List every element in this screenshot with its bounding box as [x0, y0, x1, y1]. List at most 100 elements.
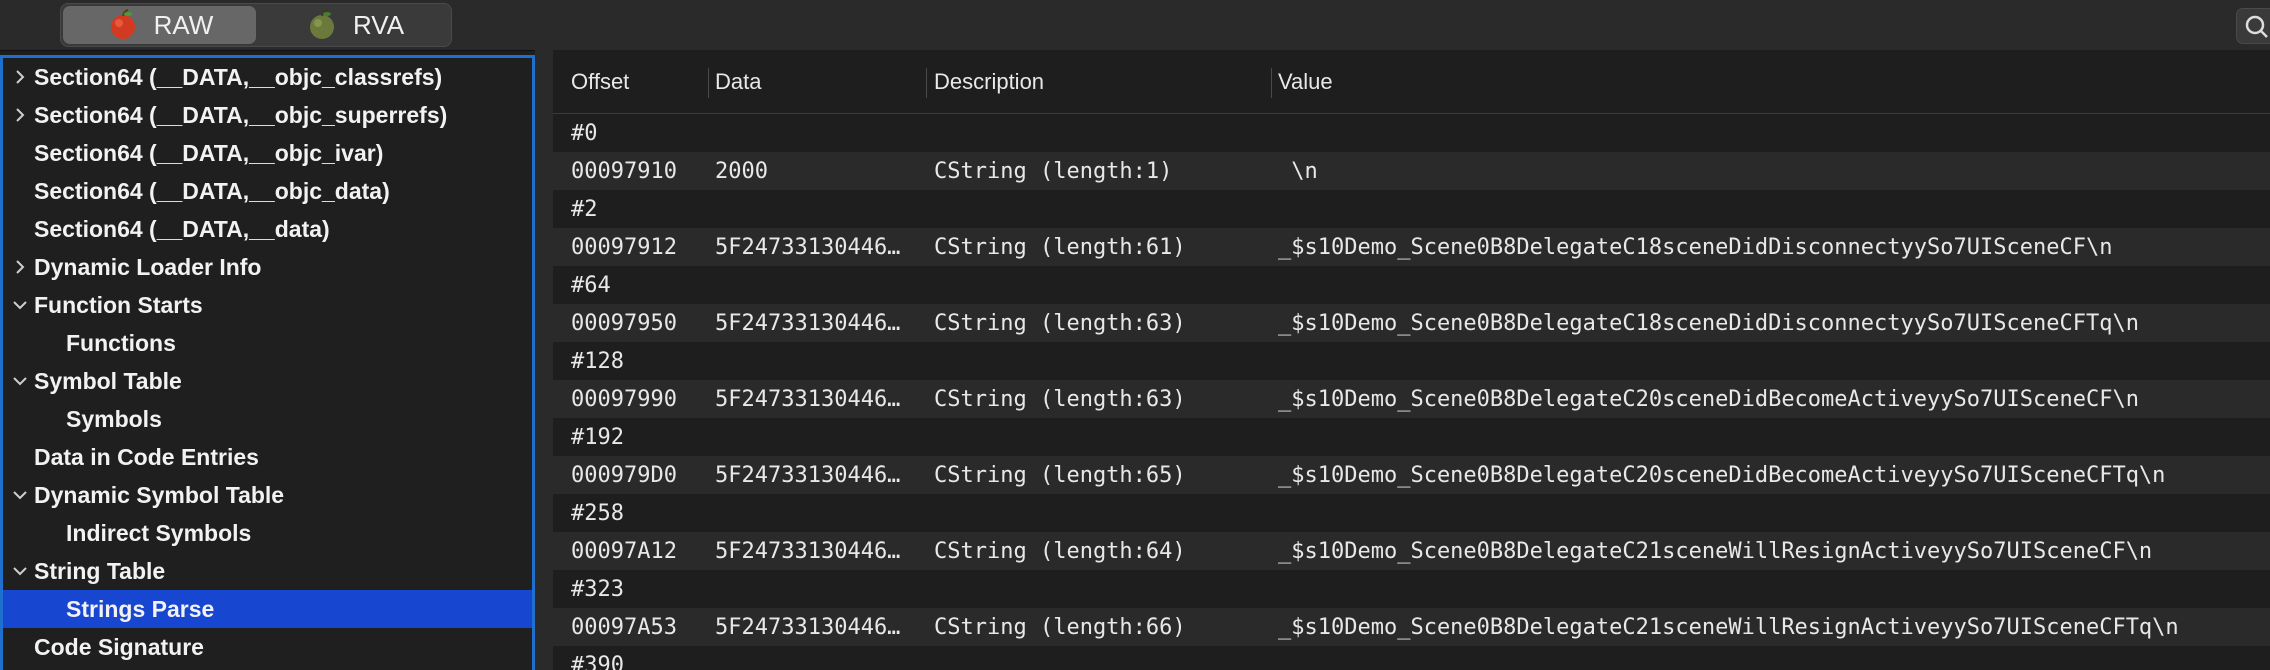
sidebar-item-label: Strings Parse [66, 595, 215, 622]
cell-data [715, 190, 920, 228]
cell-value [1278, 114, 2268, 152]
table-row[interactable]: #390 [553, 646, 2270, 670]
cell-description [934, 190, 1269, 228]
cell-offset: #323 [571, 576, 624, 602]
cell-description: CString (length:66) [934, 614, 1186, 640]
sidebar-item[interactable]: Dynamic Symbol Table [3, 476, 532, 514]
sidebar-item-label: Data in Code Entries [34, 443, 259, 470]
cell-value [1278, 646, 2268, 670]
sidebar-tree: Section64 (__DATA,__objc_classrefs) Secti… [0, 55, 535, 670]
cell-data [715, 494, 920, 532]
chevron-down-icon[interactable] [11, 372, 29, 390]
cell-description: CString (length:63) [934, 310, 1186, 336]
sidebar-item-label: Section64 (__DATA,__objc_superrefs) [34, 101, 448, 128]
table-row[interactable]: #64 [553, 266, 2270, 304]
cell-description [934, 342, 1269, 380]
sidebar-item-label: Section64 (__DATA,__objc_ivar) [34, 139, 384, 166]
sidebar-item[interactable]: Function Starts [3, 286, 532, 324]
table-body: #0 00097910 2000 CString (length:1) \n #2 000… [553, 114, 2270, 670]
sidebar-item[interactable]: Section64 (__DATA,__objc_classrefs) [3, 58, 532, 96]
table-row[interactable]: 000979D0 5F24733130446… CString (length:65… [553, 456, 2270, 494]
table-row[interactable]: 00097990 5F24733130446… CString (length:63… [553, 380, 2270, 418]
sidebar-item[interactable]: Strings Parse [3, 590, 532, 628]
sidebar-item-label: Symbol Table [34, 367, 182, 394]
cell-offset: 00097A12 [571, 538, 677, 564]
chevron-right-icon[interactable] [11, 258, 29, 276]
chevron-right-icon[interactable] [11, 106, 29, 124]
sidebar-item-label: Dynamic Loader Info [34, 253, 262, 280]
column-header-description[interactable]: Description [934, 50, 1044, 113]
cell-value [1278, 266, 2268, 304]
cell-data: 5F24733130446… [715, 538, 901, 564]
sidebar-item-label: Section64 (__DATA,__objc_classrefs) [34, 63, 443, 90]
column-header-value[interactable]: Value [1278, 50, 1333, 113]
column-separator[interactable] [1271, 68, 1272, 98]
sidebar-item[interactable]: Section64 (__DATA,__data) [3, 210, 532, 248]
table-row[interactable]: 00097A53 5F24733130446… CString (length:66… [553, 608, 2270, 646]
cell-data [715, 570, 920, 608]
cell-description: CString (length:61) [934, 234, 1186, 260]
cell-description [934, 418, 1269, 456]
table-row[interactable]: 00097912 5F24733130446… CString (length:61… [553, 228, 2270, 266]
column-separator[interactable] [708, 68, 709, 98]
table-row[interactable]: 00097A12 5F24733130446… CString (length:64… [553, 532, 2270, 570]
cell-offset: 000979D0 [571, 462, 677, 488]
table-row[interactable]: 00097950 5F24733130446… CString (length:63… [553, 304, 2270, 342]
address-mode-segmented-control: RAW RVA [60, 3, 452, 47]
rva-mode-button[interactable]: RVA [258, 4, 451, 46]
cell-value: _$s10Demo_Scene0B8DelegateC21sceneWillRe… [1278, 614, 2179, 640]
sidebar-item[interactable]: Section64 (__DATA,__objc_superrefs) [3, 96, 532, 134]
rva-mode-label: RVA [352, 9, 405, 40]
cell-description [934, 266, 1269, 304]
cell-value: _$s10Demo_Scene0B8DelegateC18sceneDidDis… [1278, 234, 2113, 260]
sidebar-item-label: Section64 (__DATA,__data) [34, 215, 330, 242]
column-separator[interactable] [926, 68, 927, 98]
cell-data [715, 342, 920, 380]
sidebar-item-label: Function Starts [34, 291, 203, 318]
chevron-right-icon[interactable] [11, 68, 29, 86]
cell-offset: #258 [571, 500, 624, 526]
cell-value [1278, 190, 2268, 228]
sidebar-item-label: Symbols [66, 405, 162, 432]
column-header-data[interactable]: Data [715, 50, 761, 113]
raw-mode-label: RAW [153, 9, 214, 40]
sidebar-item[interactable]: Functions [3, 324, 532, 362]
table-row[interactable]: #192 [553, 418, 2270, 456]
sidebar-item[interactable]: Code Signature [3, 628, 532, 666]
sidebar-item[interactable]: Symbols [3, 400, 532, 438]
table-row[interactable]: #323 [553, 570, 2270, 608]
chevron-down-icon[interactable] [11, 486, 29, 504]
cell-description: CString (length:65) [934, 462, 1186, 488]
raw-mode-button[interactable]: RAW [63, 6, 256, 44]
cell-data [715, 418, 920, 456]
split-view-divider[interactable] [535, 50, 553, 670]
chevron-down-icon[interactable] [11, 562, 29, 580]
table-row[interactable]: #2 [553, 190, 2270, 228]
table-row[interactable]: #128 [553, 342, 2270, 380]
sidebar-item[interactable]: Symbol Table [3, 362, 532, 400]
table-row[interactable]: #258 [553, 494, 2270, 532]
cell-value [1278, 494, 2268, 532]
search-icon [2245, 15, 2268, 38]
table-header: Offset Data Description Value [553, 50, 2270, 114]
strings-table: Offset Data Description Value #0 00097910… [553, 50, 2270, 670]
sidebar-item[interactable]: Section64 (__DATA,__objc_ivar) [3, 134, 532, 172]
sidebar-item[interactable]: String Table [3, 552, 532, 590]
sidebar-item[interactable]: Dynamic Loader Info [3, 248, 532, 286]
cell-value: _$s10Demo_Scene0B8DelegateC18sceneDidDis… [1278, 310, 2139, 336]
cell-value [1278, 570, 2268, 608]
cell-data: 5F24733130446… [715, 614, 901, 640]
sidebar-item[interactable]: Data in Code Entries [3, 438, 532, 476]
toolbar: RAW RVA [0, 0, 2270, 51]
sidebar-item[interactable]: Indirect Symbols [3, 514, 532, 552]
table-row[interactable]: 00097910 2000 CString (length:1) \n [553, 152, 2270, 190]
cell-value: \n [1278, 158, 1318, 184]
search-button[interactable] [2236, 8, 2270, 44]
sidebar-item-label: Dynamic Symbol Table [34, 481, 285, 508]
column-header-offset[interactable]: Offset [571, 50, 629, 113]
sidebar-item[interactable]: Section64 (__DATA,__objc_data) [3, 172, 532, 210]
table-row[interactable]: #0 [553, 114, 2270, 152]
cell-offset: #192 [571, 424, 624, 450]
cell-data [715, 266, 920, 304]
chevron-down-icon[interactable] [11, 296, 29, 314]
